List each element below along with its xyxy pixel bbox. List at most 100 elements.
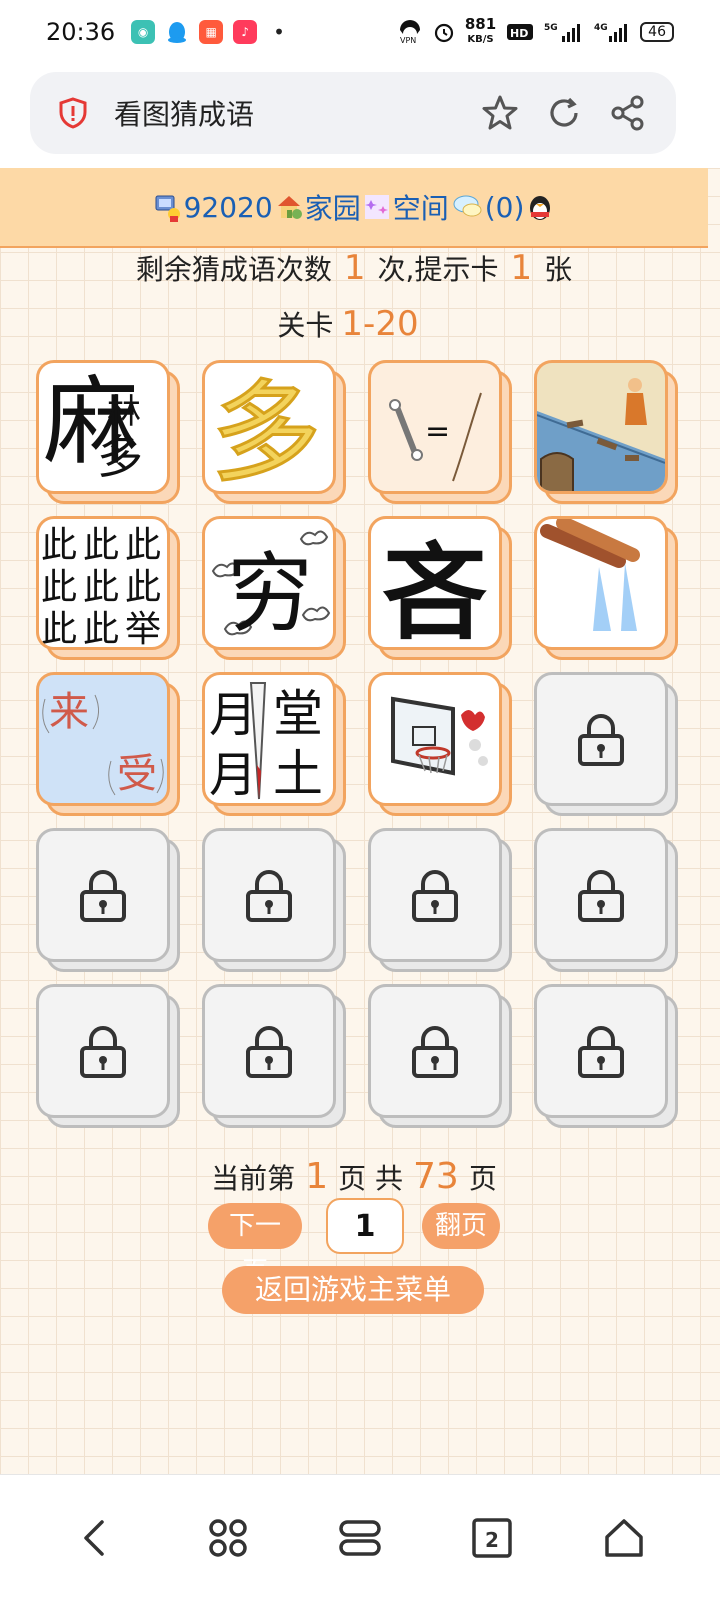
level-tile[interactable]: 穷 (202, 516, 346, 660)
lai-shou-arrows-image: 来 受 (36, 672, 170, 806)
network-speed: 881 KB/S (465, 17, 496, 47)
level-tile[interactable]: 来 受 (36, 672, 180, 816)
level-tile[interactable]: 麻 林 多 (36, 360, 180, 504)
apps-icon[interactable] (204, 1514, 252, 1562)
signal-5g-icon: 5G (544, 23, 581, 42)
remaining-mid: 次,提示卡 (377, 253, 499, 286)
remaining-prefix: 剩余猜成语次数 (135, 253, 332, 286)
battery-indicator: 46 (640, 22, 674, 42)
remaining-info: 剩余猜成语次数 1 次,提示卡 1 张 (0, 248, 708, 288)
music-icon: ♪ (233, 20, 258, 44)
chat-bubble-icon[interactable] (451, 192, 483, 222)
level-tile-locked[interactable] (368, 828, 512, 972)
puzzle-image (540, 519, 640, 631)
glyph-yue: 月 (209, 747, 257, 803)
tabs-count: 2 (485, 1528, 499, 1552)
puzzle-image: 此此此 此此此 此此举 (41, 525, 161, 647)
yue-tang-tu-knife-image: 月 月 堂 土 (202, 672, 336, 806)
level-tile-locked[interactable] (202, 984, 346, 1128)
lock-icon (246, 870, 292, 922)
network-speed-unit: KB/S (467, 34, 494, 45)
penguin-icon[interactable] (526, 192, 554, 222)
level-tile-locked[interactable] (368, 984, 512, 1128)
shield-icon[interactable] (58, 97, 88, 129)
messages-link[interactable]: (0) (485, 191, 525, 224)
alarm-icon (434, 23, 453, 43)
level-tile[interactable]: 吝 (368, 516, 512, 660)
lock-icon (246, 1026, 292, 1078)
page-title[interactable]: 看图猜成语 (114, 93, 456, 133)
basketball-hoop-image (368, 672, 502, 806)
space-link[interactable]: 空间 (393, 187, 449, 227)
level-tile[interactable] (368, 672, 512, 816)
level-tile-locked[interactable] (36, 828, 180, 972)
svg-text:5G: 5G (544, 23, 558, 33)
glyph-tang: 堂 (273, 685, 323, 743)
app-notification-icon: ◉ (131, 20, 156, 44)
share-icon[interactable] (608, 93, 648, 133)
address-bar[interactable]: 看图猜成语 (30, 72, 676, 154)
level-info: 关卡 1-20 (0, 304, 708, 344)
next-page-button[interactable]: 下一页 (208, 1203, 302, 1287)
level-tile-locked[interactable] (36, 984, 180, 1128)
level-tile-locked[interactable] (534, 672, 678, 816)
browser-bottom-nav: 2 (0, 1474, 720, 1600)
points-link[interactable]: 92020 (184, 191, 273, 224)
total-pages: 73 (413, 1156, 459, 1197)
home-icon[interactable] (275, 192, 303, 222)
level-tile-locked[interactable] (534, 828, 678, 972)
level-tile[interactable]: 月 月 堂 土 (202, 672, 346, 816)
tabs-icon[interactable]: 2 (468, 1514, 516, 1562)
level-grid: 麻 林 多 多 = 此 此 此 此 此 此 此 此 举 穷 吝 来 受 月 月 … (36, 360, 678, 1140)
qq-icon (165, 20, 190, 44)
home-link[interactable]: 家园 (305, 187, 361, 227)
level-tile[interactable] (534, 516, 678, 660)
current-page: 1 (305, 1156, 329, 1197)
page-number-input[interactable] (326, 1198, 404, 1254)
star-icon[interactable] (480, 93, 520, 133)
pager-suffix: 页 (468, 1162, 497, 1195)
level-range: 1-20 (341, 304, 419, 344)
lock-icon (578, 870, 624, 922)
puzzle-image: 穷 (211, 530, 331, 644)
hd-icon: HD (507, 24, 534, 40)
sparkle-space-icon[interactable] (363, 192, 391, 222)
status-bar: 20:36 ◉ ▦ ♪ • VPN 881 KB/S HD 5G 4G 46 (0, 0, 720, 64)
glyph-yue: 月 (209, 687, 257, 743)
ge-character-image: 吝 (368, 516, 502, 650)
hint-count: 1 (510, 248, 533, 288)
level-tile[interactable] (534, 360, 678, 504)
level-tile[interactable]: = (368, 360, 512, 504)
puzzle-glyph-ge: 吝 (382, 532, 487, 647)
equals-sign: = (425, 414, 450, 449)
level-tile[interactable]: 多 (202, 360, 346, 504)
game-page: 92020 家园 空间 (0) 剩余猜成语次数 1 次,提示卡 1 张 关卡 1-20 麻… (0, 168, 720, 1474)
lock-icon (412, 870, 458, 922)
status-time: 20:36 (46, 18, 116, 46)
puzzle-image: = (389, 392, 482, 482)
remaining-count: 1 (343, 248, 366, 288)
level-tile-locked[interactable] (202, 828, 346, 972)
menu-icon[interactable] (336, 1514, 384, 1562)
site-nav-banner: 92020 家园 空间 (0) (0, 168, 708, 248)
lock-icon (80, 1026, 126, 1078)
glyph-ci: 此 (41, 609, 77, 647)
puzzle-image: 吝 (382, 532, 487, 647)
refresh-icon[interactable] (544, 93, 584, 133)
home-nav-icon[interactable] (600, 1514, 648, 1562)
level-prefix: 关卡 (277, 309, 334, 342)
back-to-menu-button[interactable]: 返回游戏主菜单 (222, 1266, 484, 1314)
lock-icon (412, 1026, 458, 1078)
ci-ci-ju-grid-image: 此此此 此此此 此此举 (36, 516, 170, 650)
svg-text:VPN: VPN (400, 36, 416, 44)
puzzle-glyph-qiong: 穷 (227, 544, 313, 644)
back-icon[interactable] (72, 1514, 120, 1562)
user-computer-icon[interactable] (154, 192, 182, 222)
bone-equals-stick-image: = (368, 360, 502, 494)
puzzle-image (537, 378, 665, 491)
level-tile[interactable]: 此此此 此此此 此此举 (36, 516, 180, 660)
go-page-button[interactable]: 翻页 (422, 1203, 500, 1249)
glyph-ci: 此 (83, 567, 119, 608)
level-tile-locked[interactable] (534, 984, 678, 1128)
status-right: VPN 881 KB/S HD 5G 4G 46 (397, 17, 674, 47)
